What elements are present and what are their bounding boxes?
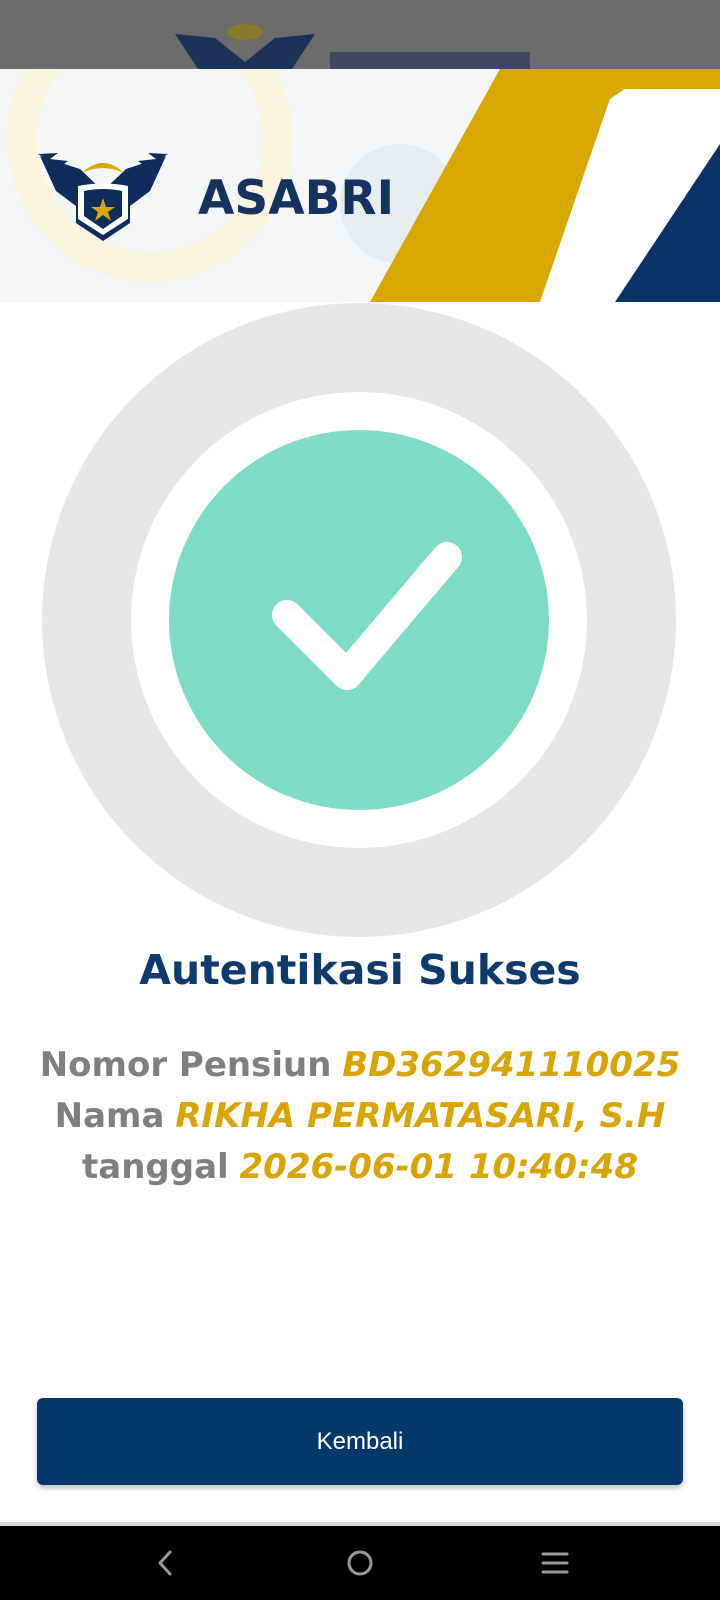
menu-icon[interactable] [535, 1543, 575, 1583]
brand-name: ASABRI [198, 171, 395, 226]
pension-number-label: Nomor Pensiun [39, 1045, 332, 1085]
name-row: Nama RIKHA PERMATASARI, S.H [0, 1091, 720, 1142]
chevron-left-icon[interactable] [146, 1543, 186, 1583]
status-bar [0, 0, 720, 69]
date-value: 2026-06-01 10:40:48 [239, 1147, 638, 1187]
home-icon[interactable] [340, 1543, 380, 1583]
date-row: tanggal 2026-06-01 10:40:48 [0, 1142, 720, 1193]
system-navigation-bar [0, 1526, 720, 1600]
header-banner: ASABRI [0, 69, 720, 302]
name-label: Nama [54, 1096, 165, 1136]
ghost-logo-icon [175, 24, 530, 69]
success-check-icon [42, 303, 676, 937]
name-value: RIKHA PERMATASARI, S.H [175, 1096, 666, 1136]
status-title: Autentikasi Sukses [139, 946, 581, 994]
success-screen: ASABRI Autentikasi Sukses Nomor Pensiun … [0, 0, 720, 1600]
back-button[interactable]: Kembali [37, 1398, 683, 1485]
pension-number-row: Nomor Pensiun BD362941110025 [0, 1040, 720, 1091]
asabri-logo: ASABRI [38, 151, 394, 243]
pension-number-value: BD362941110025 [342, 1045, 681, 1085]
date-label: tanggal [82, 1147, 229, 1187]
eagle-emblem-icon [38, 153, 168, 241]
auth-details: Nomor Pensiun BD362941110025 Nama RIKHA … [0, 1040, 720, 1193]
